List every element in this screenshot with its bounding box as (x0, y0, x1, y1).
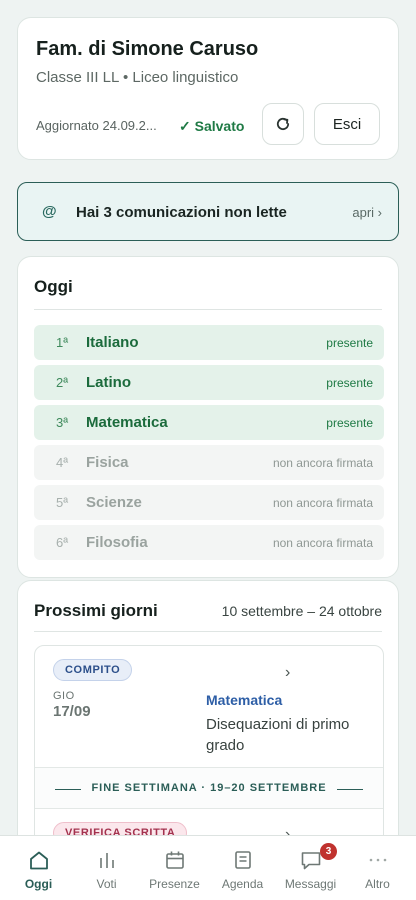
divider (34, 309, 382, 310)
nav-label: Messaggi (284, 877, 337, 891)
lesson-row[interactable]: 5ª Scienze non ancora firmata (34, 485, 384, 520)
lesson-row[interactable]: 2ª Latino presente (34, 365, 384, 400)
more-icon (369, 858, 386, 862)
upcoming-title: Prossimi giorni (34, 601, 158, 620)
event-type-badge: COMPITO (53, 659, 133, 681)
lesson-subject: Latino (86, 374, 131, 391)
unread-count-badge: 3 (320, 843, 337, 860)
lesson-status: presente (326, 416, 373, 430)
event-date: 17/09 (53, 703, 91, 720)
lesson-subject: Italiano (86, 334, 139, 351)
class-subtitle: Classe III LL • Liceo linguistico (36, 69, 239, 86)
family-header-card: Fam. di Simone Caruso Classe III LL • Li… (17, 17, 399, 160)
weekend-label: FINE SETTIMANA · 19–20 SETTEMBRE (91, 782, 327, 794)
lesson-status: presente (326, 336, 373, 350)
lesson-subject: Filosofia (86, 534, 148, 551)
today-card: Oggi 1ª Italiano presente 2ª Latino pres… (17, 256, 399, 578)
unread-messages-banner[interactable]: @ Hai 3 comunicazioni non lette apri › (17, 182, 399, 241)
lesson-subject: Scienze (86, 494, 142, 511)
bottom-nav: Oggi Voti Presenze Agenda 3 Messaggi Alt… (0, 835, 416, 900)
lesson-row[interactable]: 1ª Italiano presente (34, 325, 384, 360)
logout-button[interactable]: Esci (314, 103, 380, 145)
notebook-icon (234, 851, 251, 869)
nav-item-presenze[interactable]: Presenze (140, 836, 209, 900)
chevron-right-icon[interactable]: › (285, 664, 290, 682)
lesson-hour: 1ª (56, 335, 69, 350)
nav-item-altro[interactable]: Altro (343, 836, 412, 900)
saved-status: ✓ Salvato (179, 118, 245, 134)
lesson-subject: Matematica (86, 414, 168, 431)
event-description: Disequazioni di primo grado (206, 716, 350, 754)
nav-item-voti[interactable]: Voti (72, 836, 141, 900)
nav-label: Voti (96, 877, 117, 891)
open-link[interactable]: apri › (352, 205, 382, 220)
chat-icon (301, 852, 320, 870)
calendar-icon (165, 851, 184, 869)
refresh-button[interactable] (262, 103, 304, 145)
lesson-hour: 3ª (56, 415, 69, 430)
lesson-hour: 2ª (56, 375, 69, 390)
refresh-icon (276, 117, 290, 131)
nav-label: Presenze (149, 877, 200, 891)
nav-item-oggi[interactable]: Oggi (4, 836, 73, 900)
event-weekday: GIO (53, 690, 75, 702)
nav-item-agenda[interactable]: Agenda (208, 836, 277, 900)
lesson-row[interactable]: 3ª Matematica presente (34, 405, 384, 440)
date-range: 10 settembre – 24 ottobre (221, 603, 382, 619)
lesson-row[interactable]: 6ª Filosofia non ancora firmata (34, 525, 384, 560)
divider (34, 631, 382, 632)
lesson-row[interactable]: 4ª Fisica non ancora firmata (34, 445, 384, 480)
last-updated-text: Aggiornato 24.09.2... (36, 118, 157, 133)
bar-chart-icon (99, 853, 114, 868)
lesson-hour: 5ª (56, 495, 69, 510)
lesson-hour: 4ª (56, 455, 69, 470)
separator-line (337, 789, 363, 790)
nav-label: Agenda (221, 877, 264, 891)
lesson-status: presente (326, 376, 373, 390)
at-icon: @ (42, 203, 57, 220)
nav-label: Oggi (24, 877, 53, 891)
today-title: Oggi (34, 277, 73, 296)
lesson-subject: Fisica (86, 454, 129, 471)
nav-label: Altro (365, 877, 390, 891)
unread-messages-text: Hai 3 comunicazioni non lette (76, 204, 287, 221)
nav-item-messaggi[interactable]: 3 Messaggi (276, 836, 345, 900)
home-icon (29, 851, 48, 870)
event-subject: Matematica (206, 692, 283, 708)
weekend-separator: FINE SETTIMANA · 19–20 SETTEMBRE (35, 767, 383, 809)
lesson-status: non ancora firmata (272, 496, 373, 510)
page-title: Fam. di Simone Caruso (36, 38, 259, 60)
lesson-status: non ancora firmata (272, 536, 373, 550)
lesson-status: non ancora firmata (272, 456, 373, 470)
lesson-hour: 6ª (56, 535, 69, 550)
